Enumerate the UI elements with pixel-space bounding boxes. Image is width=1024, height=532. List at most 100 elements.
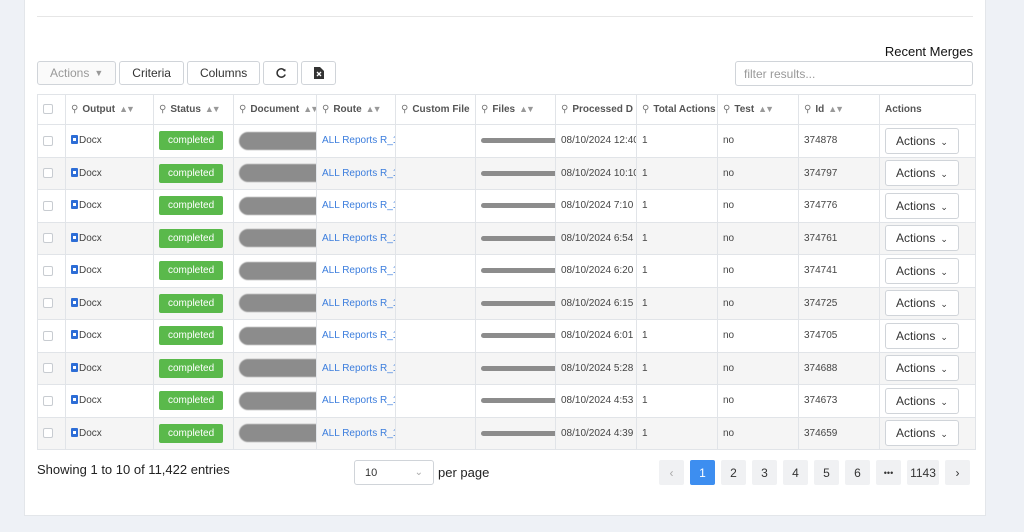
route-link[interactable]: ALL Reports R_1 [322, 395, 395, 406]
row-actions-button[interactable]: Actions ⌄ [885, 192, 959, 219]
sort-icon[interactable]: ▲▼ [519, 104, 535, 114]
page-1-button[interactable]: 1 [690, 460, 715, 485]
prev-page-button[interactable]: ‹ [659, 460, 684, 485]
row-select-cell[interactable] [37, 319, 66, 353]
status-badge: completed [159, 391, 224, 411]
route-link[interactable]: ALL Reports R_1 [322, 233, 395, 244]
route-link[interactable]: ALL Reports R_1 [322, 330, 395, 341]
row-checkbox[interactable] [43, 200, 53, 211]
sort-icon[interactable]: ▲▼ [828, 104, 844, 114]
row-select-cell[interactable] [37, 351, 66, 385]
route-link[interactable]: ALL Reports R_1 [322, 428, 395, 439]
row-actions-button[interactable]: Actions ⌄ [885, 355, 959, 382]
col-status[interactable]: ⚲ Status ▲▼ [153, 94, 234, 125]
col-files[interactable]: ⚲ Files ▲▼ [475, 94, 556, 125]
sort-icon[interactable]: ▲▼ [119, 104, 135, 114]
row-checkbox[interactable] [43, 233, 53, 244]
row-select-cell[interactable] [37, 254, 66, 288]
row-actions-button[interactable]: Actions ⌄ [885, 387, 959, 414]
last-page-button[interactable]: 1143 [907, 460, 939, 485]
row-actions-button[interactable]: Actions ⌄ [885, 127, 959, 154]
row-actions-button[interactable]: Actions ⌄ [885, 160, 959, 187]
columns-button[interactable]: Columns [186, 61, 261, 85]
col-test[interactable]: ⚲ Test ▲▼ [717, 94, 799, 125]
row-checkbox[interactable] [43, 395, 53, 406]
route-link[interactable]: ALL Reports R_1 [322, 135, 395, 146]
table-row[interactable]: Docx completed ALL Reports R_1 08/10/2024 1… [37, 124, 976, 158]
table-row[interactable]: Docx completed ALL Reports R_1 08/10/2024 6… [37, 319, 976, 353]
table-row[interactable]: Docx completed ALL Reports R_1 08/10/2024 5… [37, 351, 976, 385]
row-checkbox[interactable] [43, 135, 53, 146]
page-6-button[interactable]: 6 [845, 460, 870, 485]
row-checkbox[interactable] [43, 298, 53, 309]
col-custom-file[interactable]: ⚲ Custom File [395, 94, 476, 125]
col-route[interactable]: ⚲ Route ▲▼ [316, 94, 396, 125]
route-cell[interactable]: ALL Reports R_1 [316, 124, 396, 158]
row-actions-button[interactable]: Actions ⌄ [885, 290, 959, 317]
row-select-cell[interactable] [37, 286, 66, 320]
sort-icon[interactable]: ▲▼ [205, 104, 221, 114]
route-cell[interactable]: ALL Reports R_1 [316, 416, 396, 450]
table-row[interactable]: Docx completed ALL Reports R_1 08/10/2024 6… [37, 254, 976, 288]
table-row[interactable]: Docx completed ALL Reports R_1 08/10/2024 6… [37, 221, 976, 255]
select-all-checkbox[interactable] [43, 104, 53, 115]
row-select-cell[interactable] [37, 221, 66, 255]
route-cell[interactable]: ALL Reports R_1 [316, 221, 396, 255]
row-checkbox[interactable] [43, 330, 53, 341]
output-value: Docx [79, 167, 102, 179]
table-row[interactable]: Docx completed ALL Reports R_1 08/10/2024 6… [37, 286, 976, 320]
row-select-cell[interactable] [37, 124, 66, 158]
route-cell[interactable]: ALL Reports R_1 [316, 156, 396, 190]
table-row[interactable]: Docx completed ALL Reports R_1 08/10/2024 4… [37, 416, 976, 450]
per-page-select[interactable]: 10 ⌄ [354, 460, 434, 485]
table-row[interactable]: Docx completed ALL Reports R_1 08/10/2024 4… [37, 384, 976, 418]
table-row[interactable]: Docx completed ALL Reports R_1 08/10/2024 7… [37, 189, 976, 223]
row-actions-button[interactable]: Actions ⌄ [885, 420, 959, 447]
col-test-label: Test [734, 104, 755, 115]
route-cell[interactable]: ALL Reports R_1 [316, 384, 396, 418]
col-document[interactable]: ⚲ Document ▲▼ [233, 94, 317, 125]
table-row[interactable]: Docx completed ALL Reports R_1 08/10/2024 1… [37, 156, 976, 190]
sort-icon[interactable]: ▲▼ [758, 104, 774, 114]
bulk-actions-button[interactable]: Actions ▼ [37, 61, 117, 85]
row-select-cell[interactable] [37, 384, 66, 418]
route-cell[interactable]: ALL Reports R_1 [316, 254, 396, 288]
row-select-cell[interactable] [37, 156, 66, 190]
criteria-button[interactable]: Criteria [119, 61, 184, 85]
page-5-button[interactable]: 5 [814, 460, 839, 485]
route-cell[interactable]: ALL Reports R_1 [316, 319, 396, 353]
row-actions-button[interactable]: Actions ⌄ [885, 322, 959, 349]
route-link[interactable]: ALL Reports R_1 [322, 168, 395, 179]
ellipsis-button[interactable]: ••• [876, 460, 901, 485]
route-link[interactable]: ALL Reports R_1 [322, 298, 395, 309]
export-button[interactable] [301, 61, 337, 85]
col-id[interactable]: ⚲ Id ▲▼ [798, 94, 880, 125]
select-all-cell[interactable] [37, 94, 66, 125]
row-actions-button[interactable]: Actions ⌄ [885, 257, 959, 284]
page-4-button[interactable]: 4 [783, 460, 808, 485]
col-output[interactable]: ⚲ Output ▲▼ [65, 94, 154, 125]
row-actions-button[interactable]: Actions ⌄ [885, 225, 959, 252]
col-total-actions[interactable]: ⚲ Total Actions [636, 94, 718, 125]
page-3-button[interactable]: 3 [752, 460, 777, 485]
route-link[interactable]: ALL Reports R_1 [322, 200, 395, 211]
row-checkbox[interactable] [43, 168, 53, 179]
refresh-button[interactable] [263, 61, 299, 85]
route-link[interactable]: ALL Reports R_1 [322, 265, 395, 276]
page-2-button[interactable]: 2 [721, 460, 746, 485]
filter-input[interactable] [735, 61, 973, 86]
sort-icon[interactable]: ▲▼ [366, 104, 382, 114]
route-link[interactable]: ALL Reports R_1 [322, 363, 395, 374]
status-badge: completed [159, 326, 224, 346]
route-cell[interactable]: ALL Reports R_1 [316, 189, 396, 223]
col-processed[interactable]: ⚲ Processed D [555, 94, 637, 125]
row-checkbox[interactable] [43, 265, 53, 276]
row-checkbox[interactable] [43, 428, 53, 439]
row-checkbox[interactable] [43, 363, 53, 374]
route-cell[interactable]: ALL Reports R_1 [316, 351, 396, 385]
route-cell[interactable]: ALL Reports R_1 [316, 286, 396, 320]
row-select-cell[interactable] [37, 189, 66, 223]
sort-icon[interactable]: ▲▼ [303, 104, 315, 114]
next-page-button[interactable]: › [945, 460, 970, 485]
row-select-cell[interactable] [37, 416, 66, 450]
